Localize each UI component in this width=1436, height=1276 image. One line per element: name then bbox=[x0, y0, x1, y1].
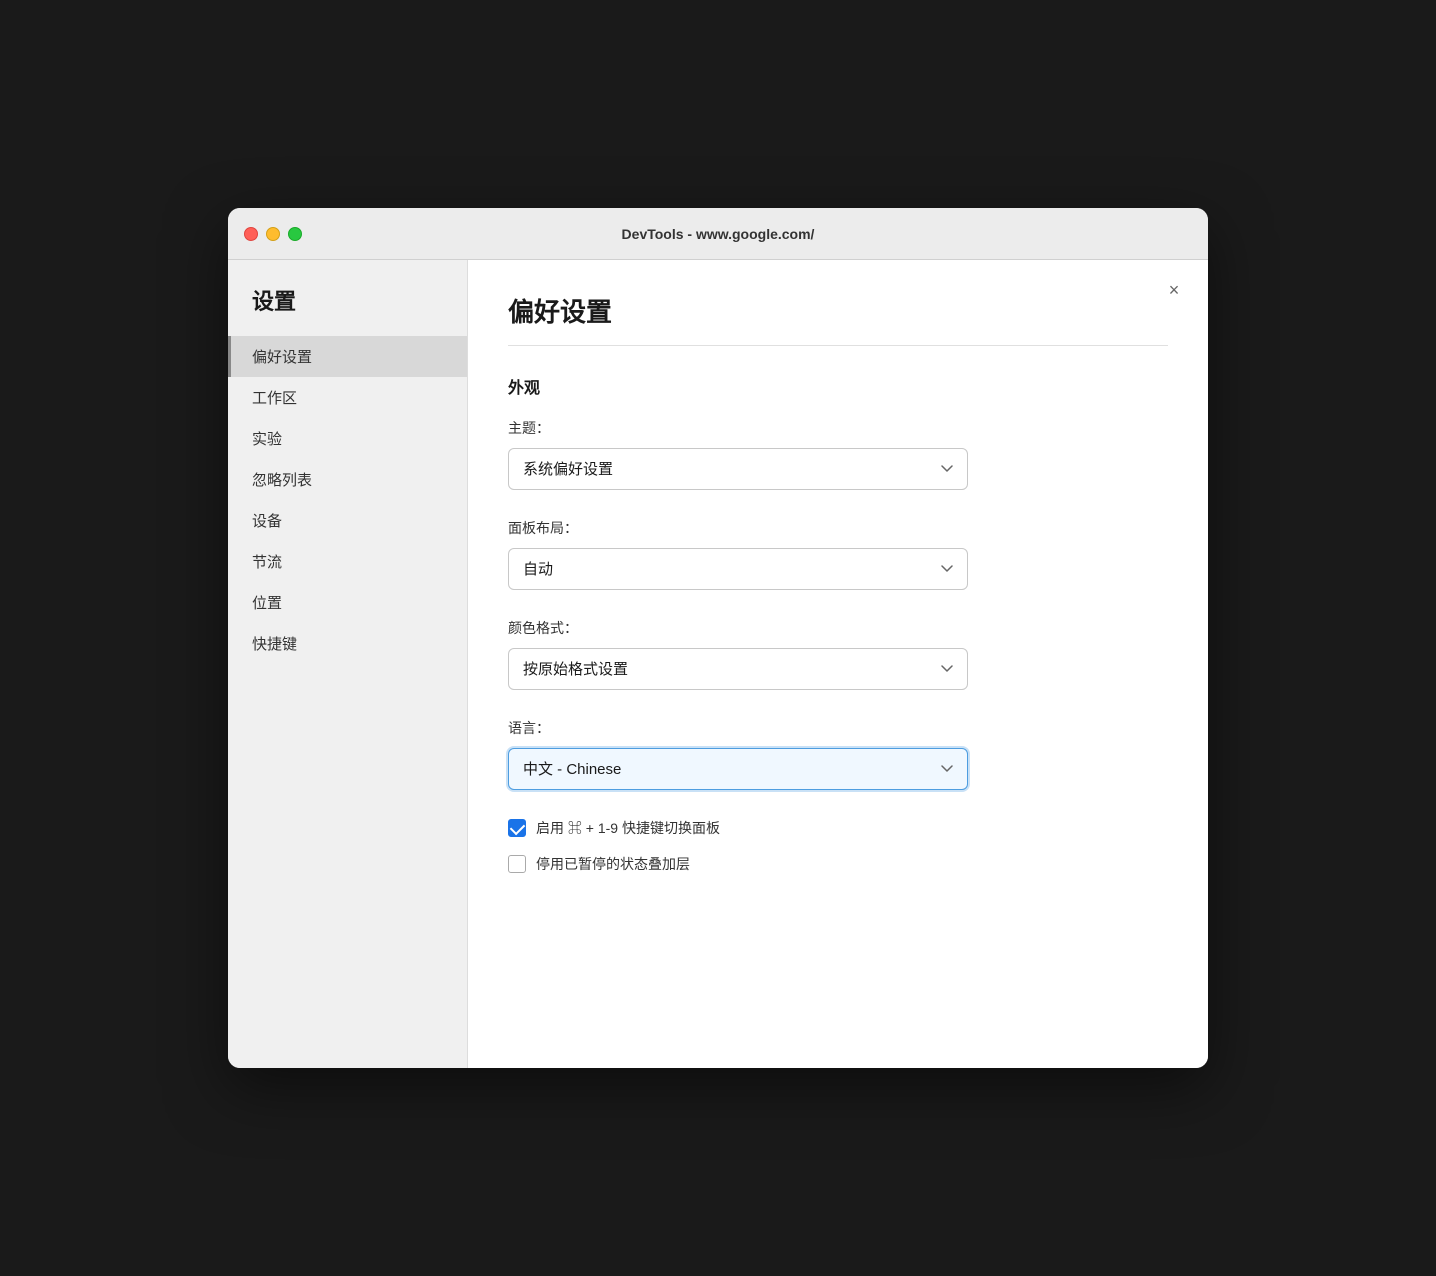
titlebar: DevTools - www.google.com/ bbox=[228, 208, 1208, 260]
color-format-label: 颜色格式： bbox=[508, 618, 1168, 638]
language-select[interactable]: 中文 - Chinese English 日本語 한국어 bbox=[508, 748, 968, 790]
panel-layout-label: 面板布局： bbox=[508, 518, 1168, 538]
theme-form-group: 主题： 系统偏好设置 浅色 深色 bbox=[508, 418, 1168, 490]
disable-paused-overlay-label[interactable]: 停用已暂停的状态叠加层 bbox=[536, 854, 690, 874]
minimize-traffic-light[interactable] bbox=[266, 227, 280, 241]
theme-select[interactable]: 系统偏好设置 浅色 深色 bbox=[508, 448, 968, 490]
sidebar-item-locations[interactable]: 位置 bbox=[228, 582, 467, 623]
sidebar-item-experiments[interactable]: 实验 bbox=[228, 418, 467, 459]
disable-paused-overlay-checkbox[interactable] bbox=[508, 855, 526, 873]
page-title: 偏好设置 bbox=[508, 292, 1168, 329]
sidebar-item-workspace[interactable]: 工作区 bbox=[228, 377, 467, 418]
sidebar-item-ignore-list[interactable]: 忽略列表 bbox=[228, 459, 467, 500]
sidebar-item-devices[interactable]: 设备 bbox=[228, 500, 467, 541]
main-content: × 偏好设置 外观 主题： 系统偏好设置 浅色 深色 面板布局： 自动 水平 bbox=[468, 260, 1208, 1068]
close-traffic-light[interactable] bbox=[244, 227, 258, 241]
window-title: DevTools - www.google.com/ bbox=[622, 226, 815, 242]
panel-layout-form-group: 面板布局： 自动 水平 垂直 bbox=[508, 518, 1168, 590]
language-form-group: 语言： 中文 - Chinese English 日本語 한국어 bbox=[508, 718, 1168, 790]
cmd-shortcut-checkbox-group: 启用 ⌘ + 1-9 快捷键切换面板 bbox=[508, 818, 1168, 838]
sidebar-item-throttling[interactable]: 节流 bbox=[228, 541, 467, 582]
color-format-form-group: 颜色格式： 按原始格式设置 HEX RGB HSL bbox=[508, 618, 1168, 690]
language-label: 语言： bbox=[508, 718, 1168, 738]
sidebar: 设置 偏好设置 工作区 实验 忽略列表 设备 节流 位置 快 bbox=[228, 260, 468, 1068]
maximize-traffic-light[interactable] bbox=[288, 227, 302, 241]
color-format-select[interactable]: 按原始格式设置 HEX RGB HSL bbox=[508, 648, 968, 690]
devtools-window: DevTools - www.google.com/ 设置 偏好设置 工作区 实… bbox=[228, 208, 1208, 1068]
disable-paused-overlay-checkbox-group: 停用已暂停的状态叠加层 bbox=[508, 854, 1168, 874]
window-body: 设置 偏好设置 工作区 实验 忽略列表 设备 节流 位置 快 bbox=[228, 260, 1208, 1068]
sidebar-item-preferences[interactable]: 偏好设置 bbox=[228, 336, 467, 377]
sidebar-heading: 设置 bbox=[228, 284, 467, 336]
close-button[interactable]: × bbox=[1160, 276, 1188, 304]
cmd-shortcut-checkbox[interactable] bbox=[508, 819, 526, 837]
section-appearance-title: 外观 bbox=[508, 374, 1168, 398]
theme-label: 主题： bbox=[508, 418, 1168, 438]
traffic-lights bbox=[244, 227, 302, 241]
cmd-shortcut-label[interactable]: 启用 ⌘ + 1-9 快捷键切换面板 bbox=[536, 818, 720, 838]
title-divider bbox=[508, 345, 1168, 346]
sidebar-item-shortcuts[interactable]: 快捷键 bbox=[228, 623, 467, 664]
panel-layout-select[interactable]: 自动 水平 垂直 bbox=[508, 548, 968, 590]
